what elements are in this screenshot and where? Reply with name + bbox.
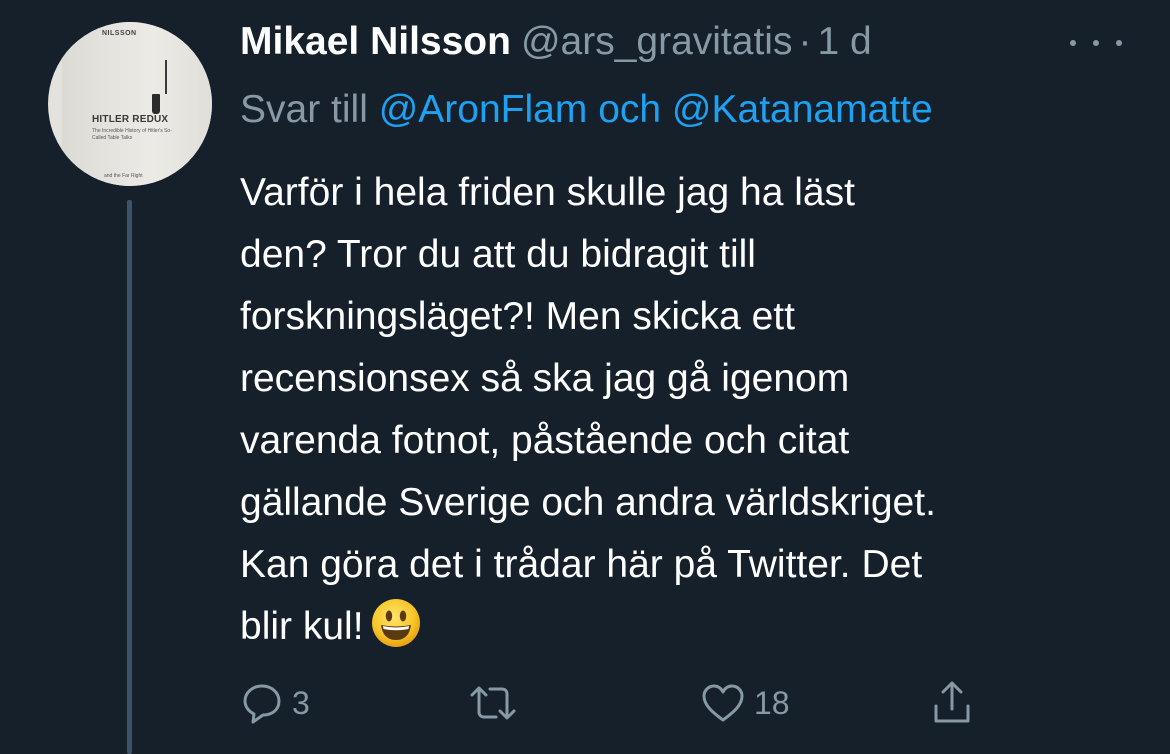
- replying-to: Svar till @AronFlam och @Katanamatte: [240, 88, 933, 132]
- share-button[interactable]: [930, 676, 974, 730]
- like-count: 18: [754, 684, 790, 721]
- more-options-icon[interactable]: [1070, 28, 1122, 58]
- reply-button[interactable]: 3: [240, 676, 310, 730]
- tweet-line: gällande Sverige och andra världskriget.: [240, 481, 936, 524]
- paintbrush-icon: [152, 60, 167, 116]
- avatar[interactable]: NILSSON HITLER REDUX The Incredible Hist…: [48, 22, 212, 186]
- reply-prefix: Svar till: [240, 88, 368, 131]
- reply-count: 3: [292, 684, 310, 721]
- tweet-header: Mikael Nilsson @ars_gravitatis · 1 d: [240, 20, 1130, 70]
- tweet-line: Varför i hela friden skulle jag ha läst: [240, 171, 855, 214]
- smiley-emoji-icon: [371, 599, 420, 647]
- tweet-line: blir kul!: [240, 605, 364, 648]
- tweet-text: Varför i hela friden skulle jag ha läst …: [240, 162, 1140, 658]
- heart-icon: [702, 684, 744, 722]
- avatar-book-author: NILSSON: [102, 30, 137, 37]
- tweet-line: forskningsläget?! Men skicka ett: [240, 295, 795, 338]
- display-name[interactable]: Mikael Nilsson: [240, 20, 511, 63]
- tweet-line: recensionsex så ska jag gå igenom: [240, 357, 850, 400]
- mention-conjunction: och: [598, 88, 662, 131]
- retweet-icon: [470, 686, 516, 720]
- like-button[interactable]: 18: [700, 676, 790, 730]
- thread-line: [127, 200, 132, 754]
- retweet-button[interactable]: [468, 676, 526, 730]
- tweet-line: Kan göra det i trådar här på Twitter. De…: [240, 543, 923, 586]
- tweet-line: varenda fotnot, påstående och citat: [240, 419, 850, 462]
- user-handle[interactable]: @ars_gravitatis: [521, 20, 793, 63]
- reply-icon: [243, 684, 281, 724]
- tweet[interactable]: NILSSON HITLER REDUX The Incredible Hist…: [0, 0, 1170, 754]
- timestamp[interactable]: 1 d: [817, 20, 871, 63]
- tweet-line: den? Tror du att du bidragit till: [240, 233, 756, 276]
- avatar-book-subtitle: The Incredible History of Hitler's So-Ca…: [92, 128, 172, 141]
- separator: ·: [798, 20, 812, 63]
- tweet-actions: 3 18: [240, 676, 1000, 730]
- mention-link[interactable]: @AronFlam: [379, 88, 588, 131]
- avatar-book-cover: NILSSON HITLER REDUX The Incredible Hist…: [62, 22, 212, 186]
- avatar-book-footer: and the Far Right: [104, 173, 143, 179]
- share-icon: [934, 681, 970, 723]
- tweet-last-line: blir kul!: [240, 596, 1140, 658]
- avatar-book-title: HITLER REDUX: [92, 114, 169, 125]
- mention-link[interactable]: @Katanamatte: [672, 88, 933, 131]
